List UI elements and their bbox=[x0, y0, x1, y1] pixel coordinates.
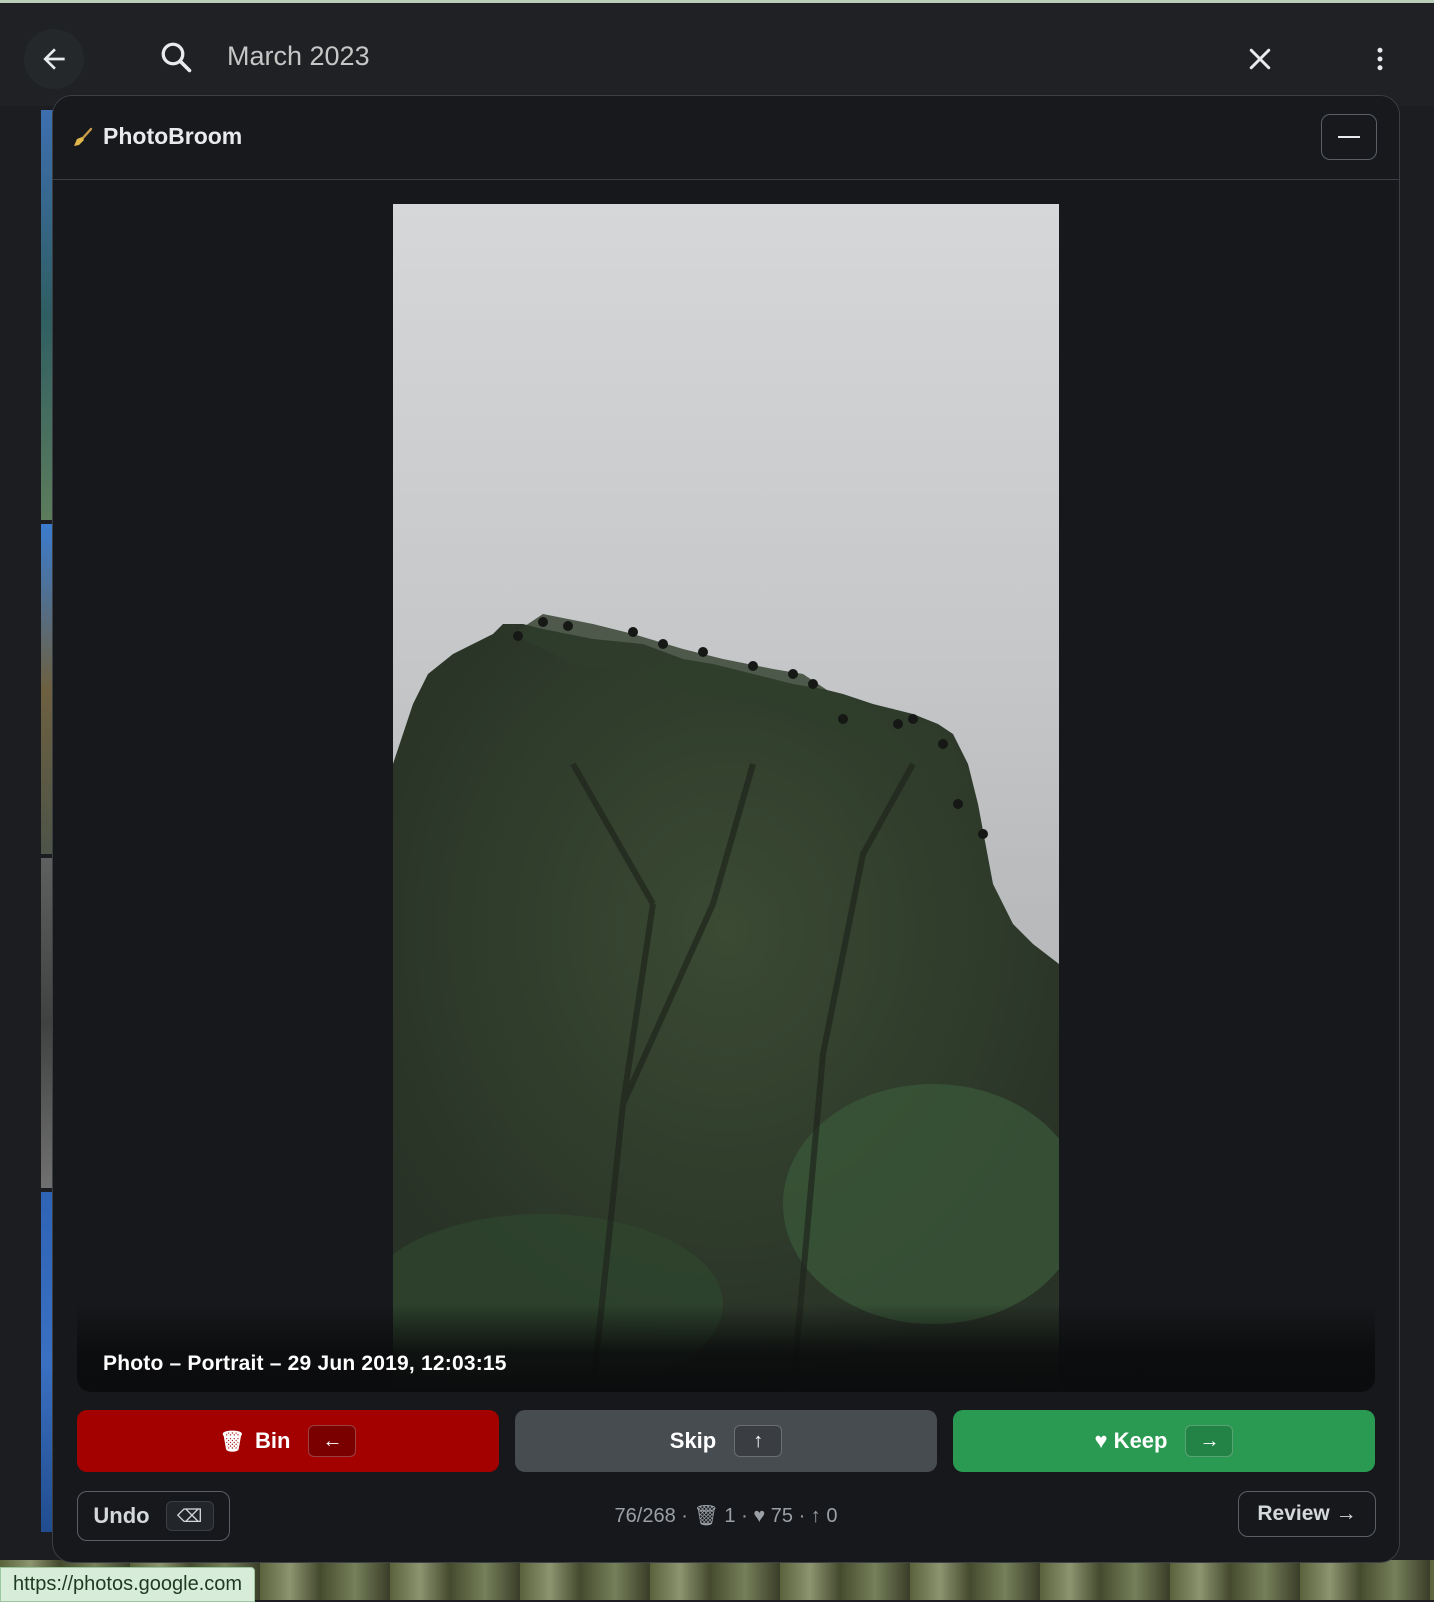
wastebasket-icon: 🗑 bbox=[219, 1430, 245, 1453]
tree-photo-image bbox=[393, 614, 1059, 1388]
caption-overlay bbox=[77, 1304, 1375, 1392]
search-input[interactable]: March 2023 bbox=[227, 41, 370, 72]
minus-icon bbox=[1338, 136, 1360, 138]
undo-shortcut-key: ⌫ bbox=[165, 1501, 214, 1531]
back-button[interactable] bbox=[24, 29, 84, 89]
arrow-up-icon: ↑ bbox=[810, 1505, 821, 1527]
progress-count: 76/268 bbox=[614, 1505, 676, 1527]
photobroom-panel: PhotoBroom Photo – Portrait – 29 Jun 201… bbox=[52, 95, 1400, 1563]
more-options-button[interactable] bbox=[1350, 29, 1410, 89]
bin-button[interactable]: 🗑 Bin ← bbox=[77, 1410, 499, 1472]
photo-viewer: Photo – Portrait – 29 Jun 2019, 12:03:15 bbox=[77, 204, 1375, 1484]
binned-count: 1 bbox=[724, 1505, 736, 1527]
close-icon bbox=[1249, 48, 1271, 70]
progress-stats: 76/268 · 🗑 1 · ♥ 75 · ↑ 0 bbox=[614, 1505, 838, 1527]
kept-count: 75 bbox=[770, 1505, 794, 1527]
more-vert-icon bbox=[1377, 47, 1383, 71]
panel-header: PhotoBroom bbox=[53, 96, 1399, 180]
minimize-button[interactable] bbox=[1321, 114, 1377, 160]
review-button[interactable]: Review → bbox=[1238, 1491, 1376, 1537]
keep-button-label: ♥ Keep bbox=[1094, 1428, 1168, 1453]
app-title: PhotoBroom bbox=[103, 123, 243, 149]
keep-button[interactable]: ♥ Keep → bbox=[953, 1410, 1375, 1472]
skip-button[interactable]: Skip ↑ bbox=[515, 1410, 937, 1472]
status-bar-url: https://photos.google.com bbox=[0, 1567, 256, 1602]
bin-shortcut-key: ← bbox=[308, 1425, 357, 1457]
undo-button[interactable]: Undo ⌫ bbox=[77, 1491, 230, 1541]
current-photo bbox=[393, 204, 1059, 1388]
clear-search-button[interactable] bbox=[1230, 29, 1290, 89]
arrow-left-icon bbox=[43, 48, 65, 70]
photo-caption: Photo – Portrait – 29 Jun 2019, 12:03:15 bbox=[103, 1352, 507, 1375]
heart-icon: ♥ bbox=[753, 1505, 766, 1527]
skip-button-label: Skip bbox=[669, 1428, 717, 1453]
google-photos-search-bar: March 2023 bbox=[0, 3, 1434, 106]
bin-button-label: Bin bbox=[254, 1428, 291, 1453]
skip-shortcut-key: ↑ bbox=[734, 1425, 783, 1457]
skipped-count: 0 bbox=[826, 1505, 838, 1527]
undo-button-label: Undo bbox=[93, 1503, 150, 1528]
broom-icon bbox=[74, 127, 93, 146]
search-icon bbox=[161, 42, 192, 73]
wastebasket-icon: 🗑 bbox=[693, 1505, 719, 1527]
keep-shortcut-key: → bbox=[1185, 1425, 1234, 1457]
